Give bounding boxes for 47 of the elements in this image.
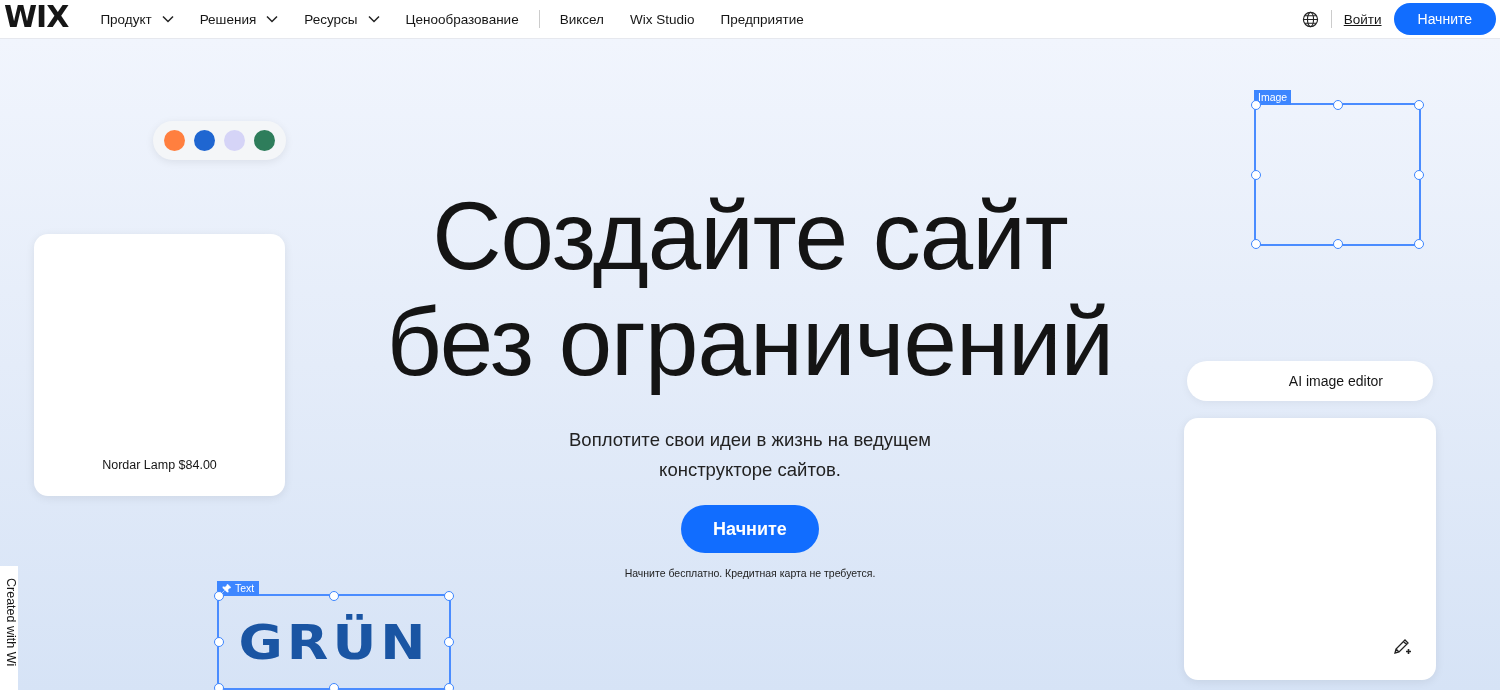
resize-handle[interactable] — [444, 637, 454, 647]
login-link[interactable]: Войти — [1343, 11, 1382, 27]
frame-tag: Image — [1254, 90, 1292, 105]
ai-editor-label: AI image editor — [1288, 373, 1383, 389]
resize-handle[interactable] — [1414, 239, 1424, 249]
color-dot[interactable] — [194, 130, 215, 151]
resize-handle[interactable] — [1332, 239, 1343, 249]
hero-note: Начните бесплатно. Кредитная карта не требуется. — [624, 567, 876, 579]
nav-link[interactable]: Виксел — [559, 11, 604, 27]
resize-handle[interactable] — [1332, 100, 1343, 110]
resize-handle[interactable] — [329, 591, 339, 601]
badge-text: Created with Wi — [4, 578, 18, 667]
resize-handle[interactable] — [1251, 169, 1261, 180]
product-caption: Nordar Lamp $84.00 — [102, 458, 217, 472]
chevron-down-icon — [161, 15, 174, 23]
resize-handle[interactable] — [214, 591, 224, 601]
color-dot[interactable] — [224, 130, 245, 151]
pin-icon — [222, 584, 231, 593]
nav-link[interactable]: Продукт — [100, 11, 174, 27]
resize-handle[interactable] — [1414, 169, 1424, 180]
nav-link[interactable]: Ресурсы — [304, 11, 380, 27]
resize-handle[interactable] — [444, 591, 454, 601]
created-with-badge[interactable]: Created with Wi — [0, 566, 18, 690]
nav-link[interactable]: Ценообразование — [405, 11, 519, 27]
resize-handle[interactable] — [214, 683, 224, 690]
resize-handle[interactable] — [1251, 239, 1261, 249]
globe-icon[interactable] — [1301, 10, 1319, 28]
resize-handle[interactable] — [1414, 100, 1424, 110]
nav-link[interactable]: Предприятие — [720, 11, 804, 27]
resize-handle[interactable] — [1251, 100, 1261, 110]
ai-editor-pill[interactable]: AI image editor — [1187, 361, 1433, 401]
chevron-down-icon — [367, 15, 380, 23]
start-button[interactable]: Начните — [1393, 3, 1496, 35]
start-button[interactable]: Начните — [681, 505, 819, 553]
color-dot[interactable] — [254, 130, 275, 151]
hero-subtitle: Воплотите свои идеи в жизнь на ведущем конструкторе сайтов. — [568, 428, 932, 482]
frame-tag-label: Text — [235, 582, 255, 595]
nav-link[interactable]: Wix Studio — [629, 11, 695, 27]
resize-handle[interactable] — [214, 637, 224, 647]
resize-handle[interactable] — [329, 683, 339, 690]
nav-link[interactable]: Решения — [199, 11, 279, 27]
brand-wordmark: GRÜN — [238, 613, 430, 671]
hero-title: Создайте сайт без ограничений — [385, 181, 1115, 397]
wix-logo[interactable]: WIX — [4, 0, 69, 34]
color-dot[interactable] — [164, 130, 185, 151]
resize-handle[interactable] — [444, 683, 454, 690]
chevron-down-icon — [266, 15, 279, 23]
